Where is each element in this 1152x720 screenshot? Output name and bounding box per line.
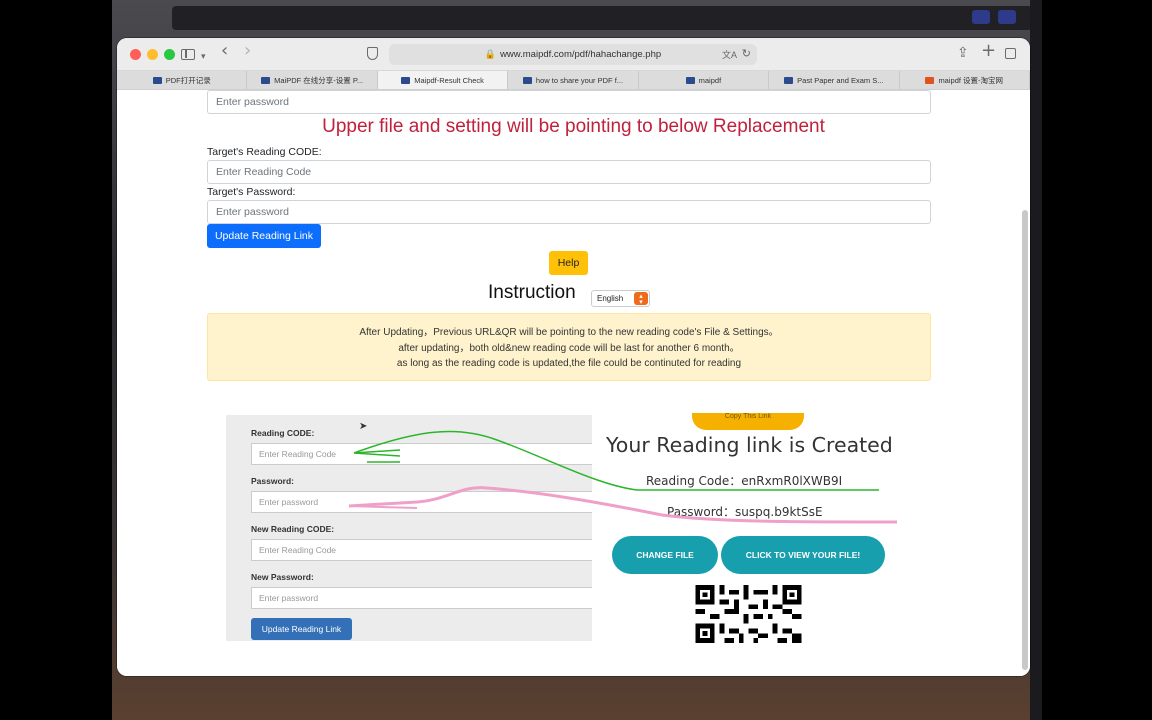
minimize-window-button[interactable] xyxy=(147,49,158,60)
tab-label: Maipdf-Result Check xyxy=(414,75,484,85)
background-window-buttons xyxy=(972,10,1016,24)
tab[interactable]: how to share your PDF f... xyxy=(508,71,639,89)
close-window-button[interactable] xyxy=(130,49,141,60)
back-arrow-icon[interactable]: ‹ xyxy=(221,42,228,60)
tutorial-password-input: Enter password xyxy=(251,491,601,513)
page-scrollbar[interactable] xyxy=(1022,210,1028,670)
tab[interactable]: maipdf 设置-淘宝网 xyxy=(900,71,1030,89)
tutorial-reading-code-text: Reading Code：enRxmR0lXWB9I xyxy=(646,474,843,488)
tab-active[interactable]: Maipdf-Result Check xyxy=(377,71,509,89)
tab[interactable]: Past Paper and Exam S... xyxy=(769,71,900,89)
page-content: Enter password Upper file and setting wi… xyxy=(117,90,1030,676)
qr-code-icon xyxy=(695,585,802,643)
tab[interactable]: MaiPDF 在线分享-设置 P... xyxy=(247,71,378,89)
favicon-icon xyxy=(784,76,794,84)
tab-label: MaiPDF 在线分享-设置 P... xyxy=(274,75,364,85)
alert-line: as long as the reading code is updated,t… xyxy=(396,358,742,369)
tab-label: maipdf 设置-淘宝网 xyxy=(938,75,1004,85)
mouse-cursor-icon: ➤ xyxy=(359,421,368,432)
share-icon[interactable]: ⇪ xyxy=(957,45,969,61)
favicon-icon xyxy=(401,76,411,84)
chevron-down-icon[interactable]: ▾ xyxy=(201,49,206,65)
language-select[interactable]: English ▴ ▾ xyxy=(591,290,650,307)
tutorial-update-button: Update Reading Link xyxy=(251,618,352,640)
alert-line: After Updating，Previous URL&QR will be p… xyxy=(359,327,779,338)
tutorial-reading-code-label: Reading CODE: xyxy=(251,428,315,438)
target-code-label: Target's Reading CODE: xyxy=(207,146,322,158)
tab-overview-icon[interactable] xyxy=(1005,48,1016,59)
tab[interactable]: PDF打开记录 xyxy=(117,71,248,89)
select-arrows-icon: ▴ ▾ xyxy=(634,292,648,305)
tutorial-new-password-input: Enter password xyxy=(251,587,601,609)
window-controls xyxy=(130,49,175,60)
tutorial-new-code-input: Enter Reading Code xyxy=(251,539,601,561)
alert-line: after updating，both old&new reading code… xyxy=(398,342,740,354)
favicon-icon xyxy=(925,76,935,84)
forward-arrow-icon[interactable]: › xyxy=(244,42,251,60)
tab-label: maipdf xyxy=(698,75,722,85)
tab-label: Past Paper and Exam S... xyxy=(797,75,884,85)
tutorial-password-text: Password：suspq.b9ktSsE xyxy=(667,505,823,519)
tab-label: PDF打开记录 xyxy=(165,75,211,85)
reload-icon[interactable]: ↻ xyxy=(742,47,751,60)
tutorial-new-code-label: New Reading CODE: xyxy=(251,524,335,534)
tutorial-copy-link-button: Copy This Link xyxy=(692,413,804,430)
tutorial-reading-code-input: Enter Reading Code xyxy=(251,443,601,465)
sidebar-toggle-icon[interactable] xyxy=(181,49,195,60)
new-tab-icon[interactable]: + xyxy=(981,42,996,60)
target-password-label: Target's Password: xyxy=(207,186,296,198)
instruction-alert: After Updating，Previous URL&QR will be p… xyxy=(207,313,931,381)
translate-icon[interactable]: 文A xyxy=(722,48,737,61)
update-reading-link-button[interactable]: Update Reading Link xyxy=(207,224,321,248)
tutorial-result-image: Copy This Link Your Reading link is Crea… xyxy=(592,413,922,647)
tab-label: how to share your PDF f... xyxy=(535,75,624,85)
address-bar[interactable]: 🔒 www.maipdf.com/pdf/hahachange.php 文A ↻ xyxy=(389,44,757,65)
lock-icon: 🔒 xyxy=(484,49,497,59)
tab-bar: PDF打开记录 MaiPDF 在线分享-设置 P... Maipdf-Resul… xyxy=(117,71,1030,90)
instruction-title: Instruction xyxy=(488,282,576,303)
address-url: www.maipdf.com/pdf/hahachange.php xyxy=(500,49,662,60)
tutorial-new-password-label: New Password: xyxy=(251,572,314,582)
tutorial-password-label: Password: xyxy=(251,476,294,486)
favicon-icon xyxy=(685,76,695,84)
top-password-input[interactable]: Enter password xyxy=(207,90,931,114)
tutorial-view-file-button: CLICK TO VIEW YOUR FILE! xyxy=(721,536,885,574)
browser-window: ▾ ‹ › 🔒 www.maipdf.com/pdf/hahachange.ph… xyxy=(117,38,1030,676)
favicon-icon xyxy=(522,76,532,84)
browser-titlebar: ▾ ‹ › 🔒 www.maipdf.com/pdf/hahachange.ph… xyxy=(117,38,1030,71)
replacement-heading: Upper file and setting will be pointing … xyxy=(322,116,825,137)
language-select-value: English xyxy=(597,294,624,303)
background-window-toolbar xyxy=(172,6,1032,30)
help-button[interactable]: Help xyxy=(549,251,588,275)
tab[interactable]: maipdf xyxy=(639,71,770,89)
target-password-input[interactable]: Enter password xyxy=(207,200,931,224)
favicon-icon xyxy=(152,76,162,84)
privacy-shield-icon[interactable] xyxy=(367,47,378,60)
tutorial-created-title: Your Reading link is Created xyxy=(606,433,893,457)
target-code-input[interactable]: Enter Reading Code xyxy=(207,160,931,184)
favicon-icon xyxy=(261,76,271,84)
tutorial-form-image: Reading CODE: Enter Reading Code Passwor… xyxy=(226,415,601,641)
background-side-strip xyxy=(1030,0,1042,720)
zoom-window-button[interactable] xyxy=(164,49,175,60)
tutorial-change-file-button: CHANGE FILE xyxy=(612,536,718,574)
